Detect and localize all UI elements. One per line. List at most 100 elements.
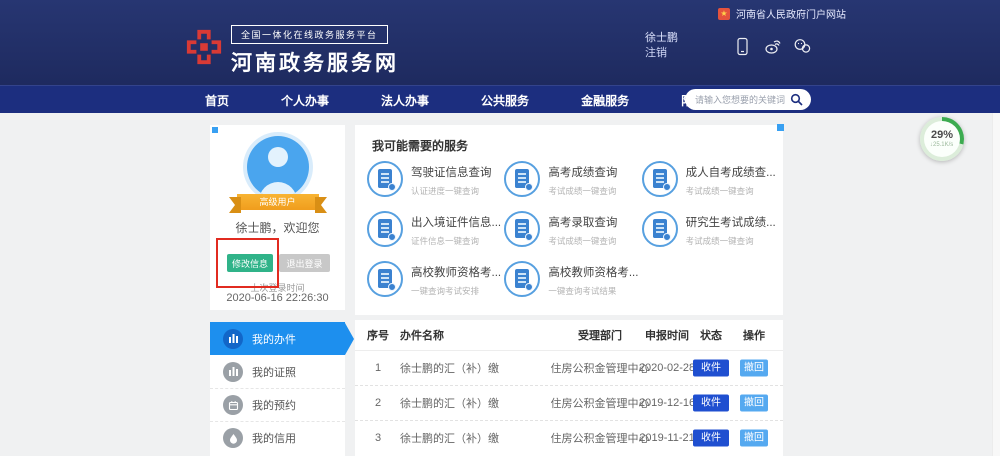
certificates-icon [223, 362, 243, 382]
platform-label: 全国一体化在线政务服务平台 [231, 25, 388, 44]
withdraw-button[interactable]: 撤回 [740, 360, 768, 377]
user-block: 徐士鹏 注销 [645, 31, 678, 61]
col-header-no: 序号 [363, 327, 393, 343]
sidebar-item-label: 我的预约 [252, 397, 296, 413]
service-name: 出入境证件信息... [411, 214, 501, 230]
withdraw-button[interactable]: 撤回 [740, 430, 768, 447]
weibo-icon[interactable] [763, 37, 782, 56]
table-row: 2 徐士鹏的汇（补）缴 住房公积金管理中心 2019-12-16 收件 撤回 [355, 385, 783, 420]
services-title: 我可能需要的服务 [372, 137, 468, 154]
scrollbar-track[interactable] [992, 113, 1000, 456]
service-item-gaokao-score[interactable]: 高考成绩查询 考试成绩一键查询 [504, 158, 641, 208]
service-item-adult-selfexam[interactable]: 成人自考成绩查... 考试成绩一键查询 [642, 158, 779, 208]
cell-no: 1 [363, 362, 393, 374]
service-desc: 证件信息一键查询 [411, 235, 501, 247]
exam-score-query-icon [642, 161, 678, 197]
page: 全国一体化在线政务服务平台 河南政务服务网 ★ 河南省人民政府门户网站 徐士鹏 … [0, 0, 1000, 456]
last-login-time: 2020-06-16 22:26:30 [210, 292, 345, 304]
sidebar-item-label: 我的办件 [252, 331, 296, 347]
sidebar-item-label: 我的信用 [252, 430, 296, 446]
service-name: 成人自考成绩查... [686, 164, 776, 180]
search-icon[interactable] [790, 93, 803, 106]
search-input[interactable] [693, 94, 790, 106]
service-name: 驾驶证信息查询 [411, 164, 492, 180]
service-item-gaokao-admission[interactable]: 高考录取查询 考试成绩一键查询 [504, 208, 641, 258]
service-item-teacher-qual-result[interactable]: 高校教师资格考... 一键查询考试结果 [504, 258, 641, 308]
site-logo[interactable]: 全国一体化在线政务服务平台 河南政务服务网 [185, 25, 399, 77]
cases-icon [223, 329, 243, 349]
status-badge[interactable]: 收件 [693, 430, 729, 447]
nav-item-public[interactable]: 公共服务 [481, 92, 529, 109]
corner-accent [777, 124, 784, 131]
service-desc: 考试成绩一键查询 [548, 235, 617, 247]
exam-admission-query-icon [504, 211, 540, 247]
service-desc: 一键查询考试安排 [411, 285, 501, 297]
cell-name: 徐士鹏的汇（补）缴 [400, 395, 499, 411]
services-card: 我可能需要的服务 驾驶证信息查询 认证进度一键查询 高考成绩查询 考试成绩一键查… [355, 125, 783, 315]
mobile-icon[interactable] [733, 37, 752, 56]
cell-name: 徐士鹏的汇（补）缴 [400, 360, 499, 376]
sidebar-item-label: 我的证照 [252, 364, 296, 380]
site-header: 全国一体化在线政务服务平台 河南政务服务网 ★ 河南省人民政府门户网站 徐士鹏 … [0, 0, 1000, 85]
nav-item-legal[interactable]: 法人办事 [381, 92, 429, 109]
exam-score-query-icon [642, 211, 678, 247]
teacher-qualification-icon [504, 261, 540, 297]
service-name: 高考成绩查询 [548, 164, 617, 180]
header-social-icons [733, 37, 812, 56]
sidebar-item-my-appointments[interactable]: 我的预约 [210, 388, 345, 421]
sidebar-item-my-cases[interactable]: 我的办件 [210, 322, 345, 355]
status-badge[interactable]: 收件 [693, 395, 729, 412]
nav-item-home[interactable]: 首页 [205, 92, 229, 109]
service-desc: 一键查询考试结果 [548, 285, 638, 297]
service-name: 研究生考试成绩... [686, 214, 776, 230]
gov-portal-link[interactable]: ★ 河南省人民政府门户网站 [718, 6, 846, 21]
service-desc: 考试成绩一键查询 [686, 235, 776, 247]
cases-table: 序号 办件名称 受理部门 申报时间 状态 操作 1 徐士鹏的汇（补）缴 住房公积… [355, 320, 783, 456]
nav-item-personal[interactable]: 个人办事 [281, 92, 329, 109]
service-desc: 考试成绩一键查询 [548, 185, 617, 197]
main-nav: 首页 个人办事 法人办事 公共服务 金融服务 阳光政务 [0, 85, 1000, 113]
cell-no: 2 [363, 397, 393, 409]
withdraw-button[interactable]: 撤回 [740, 395, 768, 412]
col-header-status: 状态 [693, 327, 729, 343]
cell-date: 2020-02-28 [632, 362, 702, 374]
download-progress-widget[interactable]: 29% ↓25.1K/s [920, 117, 964, 161]
gov-emblem-icon: ★ [718, 8, 730, 20]
corner-accent [212, 127, 218, 133]
cell-no: 3 [363, 432, 393, 444]
table-row: 3 徐士鹏的汇（补）缴 住房公积金管理中心 2019-11-21 收件 撤回 [355, 420, 783, 455]
status-badge[interactable]: 收件 [693, 360, 729, 377]
download-percent: 29% [931, 130, 953, 141]
document-info-query-icon [367, 211, 403, 247]
sidebar-menu: 我的办件 我的证照 我的预约 我的信用 [210, 322, 345, 456]
wechat-icon[interactable] [793, 37, 812, 56]
service-name: 高考录取查询 [548, 214, 617, 230]
service-name: 高校教师资格考... [411, 264, 501, 280]
service-item-entry-exit-doc[interactable]: 出入境证件信息... 证件信息一键查询 [367, 208, 504, 258]
header-logout-link[interactable]: 注销 [645, 46, 678, 61]
drivers-license-query-icon [367, 161, 403, 197]
annotation-highlight-box [216, 238, 279, 288]
nav-item-finance[interactable]: 金融服务 [581, 92, 629, 109]
sidebar-item-my-certificates[interactable]: 我的证照 [210, 355, 345, 388]
sidebar-item-my-credit[interactable]: 我的信用 [210, 421, 345, 454]
col-header-date: 申报时间 [632, 327, 702, 343]
service-item-driver-license[interactable]: 驾驶证信息查询 认证进度一键查询 [367, 158, 504, 208]
search-box [685, 89, 811, 110]
calendar-icon [223, 395, 243, 415]
avatar [247, 136, 309, 198]
table-row: 1 徐士鹏的汇（补）缴 住房公积金管理中心 2020-02-28 收件 撤回 [355, 351, 783, 385]
logout-button[interactable]: 退出登录 [279, 254, 330, 272]
henan-gov-logo-icon [185, 28, 223, 66]
service-grid: 驾驶证信息查询 认证进度一键查询 高考成绩查询 考试成绩一键查询 成人自考成绩查… [367, 158, 779, 313]
service-name: 高校教师资格考... [548, 264, 638, 280]
service-item-graduate-exam[interactable]: 研究生考试成绩... 考试成绩一键查询 [642, 208, 779, 258]
col-header-action: 操作 [740, 327, 768, 343]
cell-name: 徐士鹏的汇（补）缴 [400, 430, 499, 446]
col-header-name: 办件名称 [400, 327, 444, 343]
service-desc: 考试成绩一键查询 [686, 185, 776, 197]
credit-drop-icon [223, 428, 243, 448]
service-item-teacher-qual-schedule[interactable]: 高校教师资格考... 一键查询考试安排 [367, 258, 504, 308]
gov-portal-label: 河南省人民政府门户网站 [736, 6, 846, 21]
site-name: 河南政务服务网 [231, 47, 399, 77]
